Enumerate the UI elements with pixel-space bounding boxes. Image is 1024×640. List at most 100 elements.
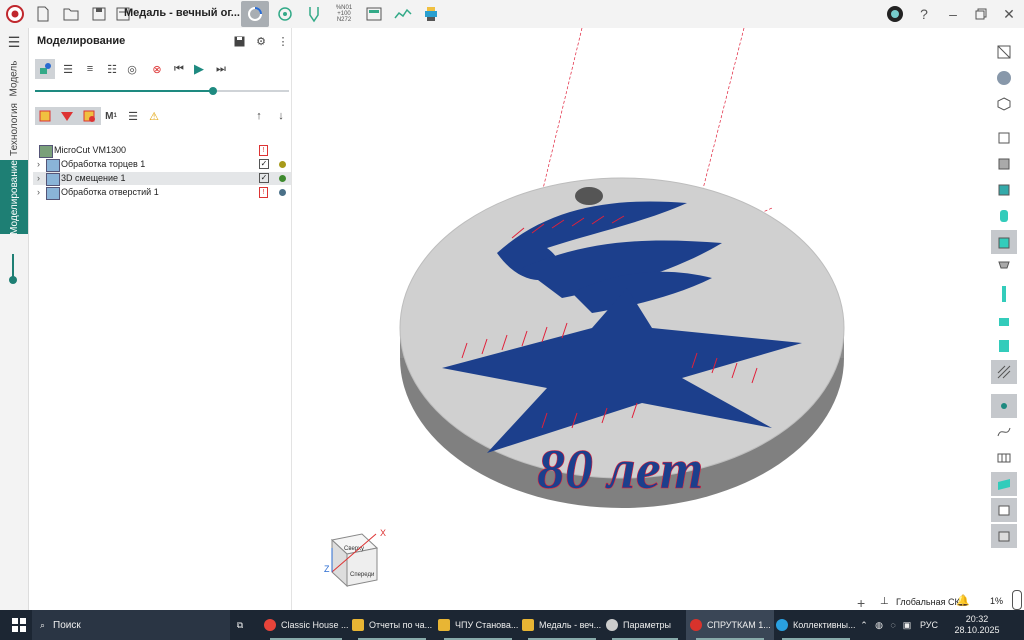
taskbar-app[interactable]: Коллективны... bbox=[772, 610, 860, 640]
taskbar-app[interactable]: Отчеты по ча... bbox=[348, 610, 436, 640]
minimize-icon[interactable]: – bbox=[942, 3, 964, 25]
taskbar-app[interactable]: Медаль - веч... bbox=[518, 610, 606, 640]
tray-app-icon[interactable]: ◍ bbox=[872, 610, 886, 640]
surface-icon[interactable] bbox=[991, 472, 1017, 496]
document-title[interactable]: Медаль - вечный ог... bbox=[124, 7, 240, 19]
offset-3d-icon bbox=[46, 173, 60, 186]
coordinate-system-label[interactable]: Глобальная СК bbox=[896, 597, 960, 607]
zoom-slider[interactable] bbox=[1012, 590, 1022, 610]
machine-part-1-icon[interactable] bbox=[991, 126, 1017, 150]
cylinder-icon[interactable] bbox=[991, 204, 1017, 228]
task-view-icon[interactable]: ⧉ bbox=[228, 610, 252, 640]
panel-title: Моделирование bbox=[37, 35, 126, 47]
add-icon[interactable]: + bbox=[857, 595, 865, 611]
expand-chevron-icon[interactable]: › bbox=[37, 172, 40, 185]
rail-slider-handle[interactable] bbox=[9, 276, 17, 284]
m1-codes-icon[interactable]: M1 bbox=[103, 108, 119, 124]
progress-handle[interactable] bbox=[208, 87, 217, 95]
machine-icon bbox=[39, 145, 53, 158]
point-icon[interactable] bbox=[991, 394, 1017, 418]
settings-gear-icon[interactable]: ⚙ bbox=[253, 33, 269, 49]
taskbar-app[interactable]: Параметры bbox=[602, 610, 688, 640]
hatch-view-icon[interactable] bbox=[991, 360, 1017, 384]
expand-chevron-icon[interactable]: › bbox=[37, 186, 40, 199]
open-folder-icon[interactable] bbox=[60, 3, 82, 25]
tool-icon[interactable] bbox=[303, 3, 325, 25]
tool-holder-icon[interactable] bbox=[991, 256, 1017, 280]
cutter-icon[interactable] bbox=[991, 282, 1017, 306]
surface-mesh-icon[interactable] bbox=[991, 446, 1017, 470]
sphere-view-icon[interactable] bbox=[991, 66, 1017, 90]
menu-icon[interactable]: ☰ bbox=[6, 34, 22, 50]
windows-start-icon[interactable] bbox=[8, 610, 30, 640]
app-logo-icon[interactable] bbox=[4, 3, 26, 25]
list-view-icon[interactable]: ☰ bbox=[60, 61, 76, 77]
tool-view-icon[interactable] bbox=[35, 59, 55, 79]
tree-item-selected[interactable]: › 3D смещение 1 ✓ bbox=[33, 172, 291, 186]
error-icon: ! bbox=[259, 145, 268, 156]
tree-item[interactable]: › Обработка отверстий 1 ! bbox=[33, 186, 291, 200]
tab-model[interactable]: Модель bbox=[0, 56, 28, 100]
taskbar-search[interactable]: ⌕ Поиск bbox=[32, 610, 230, 640]
3d-viewport[interactable]: 80 лет Сверху Спереди X Z + ⊥ Глобальная… bbox=[292, 27, 988, 611]
clock[interactable]: 20:32 28.10.2025 bbox=[942, 610, 1012, 640]
restore-icon[interactable] bbox=[970, 3, 992, 25]
printer-icon[interactable] bbox=[420, 3, 442, 25]
sort-up-icon[interactable]: ↑ bbox=[251, 108, 267, 124]
user-avatar-icon[interactable] bbox=[884, 3, 906, 25]
tree-root[interactable]: MicroCut VM1300 ! bbox=[33, 144, 291, 158]
tab-simulation[interactable]: Моделирование bbox=[0, 160, 28, 234]
progress-fill bbox=[35, 90, 213, 92]
fit-all-icon[interactable] bbox=[991, 40, 1017, 64]
taskbar-app[interactable]: Classic House ... bbox=[260, 610, 352, 640]
collision-icon[interactable] bbox=[59, 108, 75, 124]
taskbar-app[interactable]: ЧПУ Станова... bbox=[434, 610, 522, 640]
stop-icon[interactable]: ⊗ bbox=[149, 61, 165, 77]
warning-icon[interactable]: ⚠ bbox=[146, 108, 162, 124]
simulation-mode-icon[interactable] bbox=[241, 1, 269, 27]
new-file-icon[interactable] bbox=[32, 3, 54, 25]
play-icon[interactable]: ▶ bbox=[191, 61, 207, 77]
calculator-icon[interactable] bbox=[363, 3, 385, 25]
save-icon[interactable] bbox=[88, 3, 110, 25]
tree-item[interactable]: › Обработка торцев 1 ✓ bbox=[33, 158, 291, 172]
shaded-icon[interactable] bbox=[991, 524, 1017, 548]
sort-list-icon[interactable]: ≡ bbox=[82, 61, 98, 77]
fixture-icon[interactable] bbox=[991, 308, 1017, 332]
help-icon[interactable]: ? bbox=[913, 3, 935, 25]
tray-chevron-icon[interactable]: ⌃ bbox=[858, 610, 870, 640]
tab-technology[interactable]: Технология bbox=[0, 100, 28, 158]
machine-view-icon[interactable] bbox=[274, 3, 296, 25]
workpiece-icon[interactable] bbox=[991, 230, 1017, 254]
visibility-checkbox[interactable]: ✓ bbox=[259, 173, 269, 183]
chart-icon[interactable] bbox=[392, 3, 414, 25]
taskbar-app-active[interactable]: СПРУТКАМ 1... bbox=[686, 610, 774, 640]
step-back-icon[interactable]: ⏮ bbox=[171, 61, 187, 77]
step-forward-icon[interactable]: ⏭ bbox=[213, 61, 229, 77]
fit-view-icon[interactable]: ◎ bbox=[124, 61, 140, 77]
visibility-checkbox[interactable]: ✓ bbox=[259, 159, 269, 169]
solid-icon[interactable] bbox=[991, 498, 1017, 522]
notification-bell-icon[interactable]: 🔔 bbox=[956, 594, 970, 607]
nc-program-badge[interactable]: %N01 +100 N272 bbox=[333, 3, 355, 25]
expand-chevron-icon[interactable]: › bbox=[37, 158, 40, 171]
close-icon[interactable]: ✕ bbox=[998, 3, 1020, 25]
model-scene: 80 лет Сверху Спереди X Z bbox=[324, 27, 845, 588]
tray-app-icon[interactable]: ▣ bbox=[900, 610, 914, 640]
stock-view-icon[interactable] bbox=[991, 334, 1017, 358]
machine-part-2-icon[interactable] bbox=[991, 152, 1017, 176]
machine-part-3-icon[interactable] bbox=[991, 178, 1017, 202]
language-indicator[interactable]: РУС bbox=[918, 610, 940, 640]
axis-z-label: Z bbox=[324, 564, 330, 574]
sort-down-icon[interactable]: ↓ bbox=[273, 108, 289, 124]
stock-icon[interactable] bbox=[37, 108, 53, 124]
more-options-icon[interactable]: ⋮ bbox=[275, 33, 291, 49]
iso-view-icon[interactable] bbox=[991, 92, 1017, 116]
view-cube[interactable]: Сверху Спереди X Z bbox=[324, 528, 386, 588]
tray-app-icon[interactable]: ◌ bbox=[886, 610, 900, 640]
save-icon[interactable] bbox=[231, 33, 247, 49]
operations-list-icon[interactable]: ☰ bbox=[125, 108, 141, 124]
align-list-icon[interactable]: ☷ bbox=[104, 61, 120, 77]
curve-icon[interactable] bbox=[991, 420, 1017, 444]
gouge-icon[interactable] bbox=[81, 108, 97, 124]
